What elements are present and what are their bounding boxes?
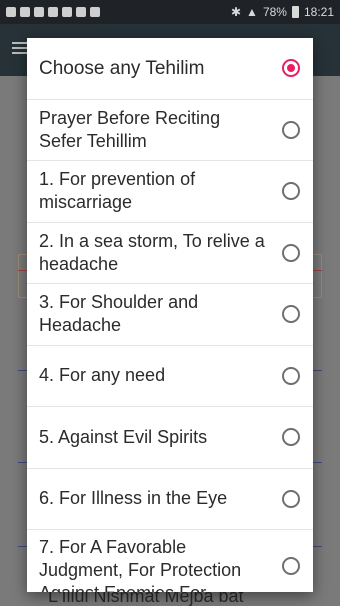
clock: 18:21 [303, 5, 334, 19]
status-bar: ✱ ▲ 78% 18:21 [0, 0, 340, 24]
radio-unselected-icon[interactable] [282, 305, 300, 324]
radio-unselected-icon[interactable] [282, 182, 300, 201]
dialog-option[interactable]: 3. For Shoulder and Headache [27, 284, 313, 346]
dialog-option[interactable]: Choose any Tehilim [27, 38, 313, 100]
radio-unselected-icon[interactable] [282, 489, 300, 508]
dialog-option[interactable]: 5. Against Evil Spirits [27, 407, 313, 469]
battery-icon [291, 6, 299, 18]
radio-selected-icon[interactable] [282, 59, 300, 78]
option-label: 7. For A Favorable Judgment, For Protect… [39, 537, 242, 592]
bluetooth-icon: ✱ [230, 5, 242, 19]
system-status: ✱ ▲ 78% 18:21 [231, 5, 334, 19]
option-label: Choose any Tehilim [39, 57, 205, 79]
notification-icons [6, 7, 100, 17]
option-label: 5. Against Evil Spirits [39, 426, 208, 447]
signal-icon: ▲ [246, 5, 258, 19]
notification-icon [6, 7, 16, 17]
dialog-option[interactable]: 6. For Illness in the Eye [27, 469, 313, 530]
radio-unselected-icon[interactable] [282, 428, 300, 447]
hamburger-menu-icon[interactable] [12, 42, 28, 54]
radio-unselected-icon[interactable] [282, 243, 300, 262]
radio-unselected-icon[interactable] [282, 120, 300, 139]
radio-unselected-icon[interactable] [282, 366, 300, 385]
notification-icon [48, 7, 58, 17]
option-label: 3. For Shoulder and Headache [39, 292, 199, 336]
option-label: Prayer Before Reciting Sefer Tehillim [39, 107, 221, 151]
dialog-option[interactable]: 4. For any need [27, 346, 313, 407]
notification-icon [90, 7, 100, 17]
option-label: 1. For prevention of miscarriage [39, 169, 196, 213]
dialog-option[interactable]: 1. For prevention of miscarriage [27, 161, 313, 223]
notification-icon [20, 7, 30, 17]
tehilim-selection-dialog: Choose any Tehilim Prayer Before Recitin… [27, 38, 313, 592]
notification-icon [34, 7, 44, 17]
option-label: 6. For Illness in the Eye [39, 488, 228, 509]
notification-icon [62, 7, 72, 17]
notification-icon [76, 7, 86, 17]
dialog-option[interactable]: 7. For A Favorable Judgment, For Protect… [27, 530, 313, 592]
dialog-option[interactable]: Prayer Before Reciting Sefer Tehillim [27, 100, 313, 161]
battery-percent: 78% [262, 5, 287, 19]
option-label: 2. In a sea storm, To relive a headache [39, 230, 265, 274]
option-label: 4. For any need [39, 365, 166, 386]
radio-unselected-icon[interactable] [282, 556, 300, 575]
dialog-option[interactable]: 2. In a sea storm, To relive a headache [27, 223, 313, 284]
